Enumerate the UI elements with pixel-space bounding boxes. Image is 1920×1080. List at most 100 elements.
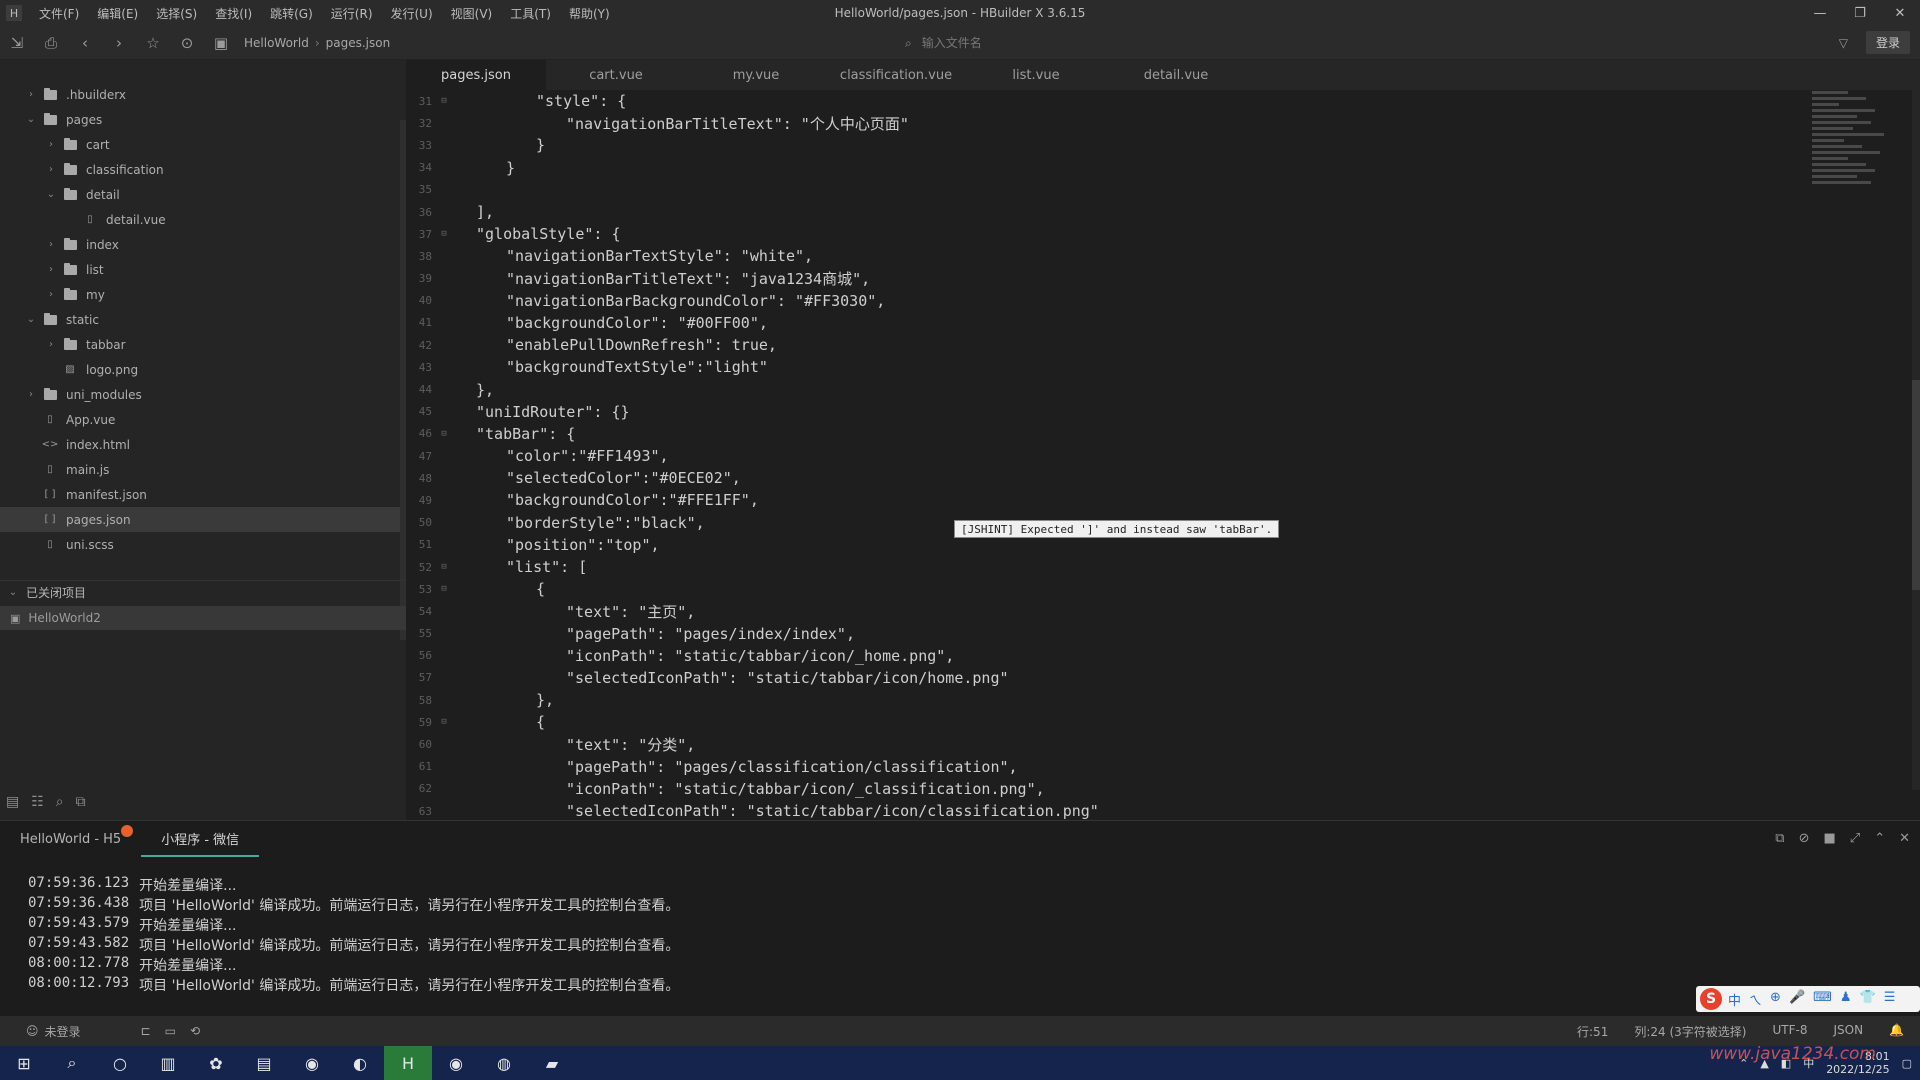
ime-button[interactable]: 👕 — [1860, 990, 1876, 1009]
menu-item[interactable]: 选择(S) — [147, 5, 206, 22]
tree-item[interactable]: › .hbuilderx — [0, 82, 400, 107]
menu-item[interactable]: 编辑(E) — [88, 5, 147, 22]
tree-item[interactable]: › index — [0, 232, 400, 257]
restore-button[interactable]: ❐ — [1840, 0, 1880, 26]
editor-tab[interactable]: pages.json — [406, 60, 546, 90]
tree-item[interactable]: [ ] manifest.json — [0, 482, 400, 507]
save-icon[interactable]: ⎙ — [34, 34, 68, 52]
cursor-line[interactable]: 行:51 — [1577, 1023, 1608, 1040]
chevron-right-icon[interactable]: › — [44, 289, 58, 300]
tree-item[interactable]: ▯ detail.vue — [0, 207, 400, 232]
menu-item[interactable]: 视图(V) — [442, 5, 502, 22]
maximize-icon[interactable]: ⤢ — [1850, 831, 1860, 846]
chevron-right-icon[interactable]: › — [44, 139, 58, 150]
chevron-right-icon[interactable]: › — [44, 164, 58, 175]
copy-icon[interactable]: ⧉ — [1775, 831, 1784, 846]
breadcrumb-file[interactable]: pages.json — [326, 36, 391, 50]
edge-icon[interactable]: ◐ — [336, 1046, 384, 1080]
tree-item[interactable]: › uni_modules — [0, 382, 400, 407]
tree-item[interactable]: ▯ main.js — [0, 457, 400, 482]
tree-item[interactable]: ▨ logo.png — [0, 357, 400, 382]
bell-icon[interactable]: 🔔 — [1889, 1023, 1904, 1040]
menu-item[interactable]: 运行(R) — [322, 5, 382, 22]
menu-item[interactable]: 查找(I) — [206, 5, 261, 22]
chevron-right-icon[interactable]: › — [44, 339, 58, 350]
fold-icon[interactable]: ⊟ — [436, 229, 452, 239]
notification-icon[interactable]: ▢ — [1902, 1057, 1912, 1070]
tree-item[interactable]: ▯ uni.scss — [0, 532, 400, 557]
tree-item[interactable]: › my — [0, 282, 400, 307]
chevron-right-icon[interactable]: › — [44, 264, 58, 275]
chevron-down-icon[interactable]: ⌄ — [24, 114, 38, 125]
editor-tab[interactable]: detail.vue — [1106, 60, 1246, 90]
explorer-icon[interactable]: ▤ — [6, 794, 19, 810]
file-search-input[interactable] — [919, 35, 1200, 51]
clear-icon[interactable]: ⊘ — [1799, 831, 1810, 846]
encoding[interactable]: UTF-8 — [1772, 1023, 1807, 1040]
plugin-icon[interactable]: ⧉ — [76, 794, 86, 810]
editor-scrollbar[interactable] — [1912, 90, 1920, 790]
ime-button[interactable]: ㄟ — [1749, 990, 1762, 1009]
scrollbar-thumb[interactable] — [1912, 380, 1920, 590]
list-icon[interactable]: ☷ — [31, 794, 44, 810]
login-status[interactable]: 未登录 — [45, 1023, 81, 1040]
ime-toolbar[interactable]: S 中ㄟ ⊕ 🎤 ⌨ ♟ 👕 ☰ — [1696, 986, 1920, 1012]
tree-item[interactable]: ⌄ pages — [0, 107, 400, 132]
minimap[interactable] — [1812, 88, 1902, 328]
editor-tab[interactable]: my.vue — [686, 60, 826, 90]
chevron-down-icon[interactable]: ⌄ — [44, 189, 58, 200]
code-editor[interactable]: 31 ⊟ "style": {32 "navigationBarTitleText":… — [406, 90, 1806, 820]
menu-item[interactable]: 工具(T) — [501, 5, 560, 22]
editor-tab[interactable]: classification.vue — [826, 60, 966, 90]
closed-projects-header[interactable]: ⌄ 已关闭项目 — [0, 580, 406, 604]
ime-button[interactable]: 🎤 — [1789, 990, 1805, 1009]
fold-icon[interactable]: ⊟ — [436, 584, 452, 594]
menu-item[interactable]: 发行(U) — [382, 5, 442, 22]
file-explorer-icon[interactable]: ▰ — [528, 1046, 576, 1080]
tree-item[interactable]: › classification — [0, 157, 400, 182]
minimize-button[interactable]: — — [1800, 0, 1840, 26]
chevron-right-icon[interactable]: › — [44, 239, 58, 250]
ime-button[interactable]: ⌨ — [1813, 990, 1832, 1009]
forward-icon[interactable]: › — [102, 34, 136, 52]
filter-icon[interactable]: ▽ — [1839, 36, 1848, 50]
fold-icon[interactable]: ⊟ — [436, 96, 452, 106]
fold-icon[interactable]: ⊟ — [436, 429, 452, 439]
close-button[interactable]: ✕ — [1880, 0, 1920, 26]
tree-item[interactable]: ⌄ static — [0, 307, 400, 332]
fold-icon[interactable]: ⊟ — [436, 562, 452, 572]
menu-item[interactable]: 文件(F) — [30, 5, 88, 22]
ime-button[interactable]: 中 — [1728, 990, 1741, 1009]
ime-button[interactable]: ☰ — [1884, 990, 1896, 1009]
editor-tab[interactable]: cart.vue — [546, 60, 686, 90]
search-icon[interactable]: ⌕ — [56, 794, 64, 810]
editor-tab[interactable]: list.vue — [966, 60, 1106, 90]
chevron-right-icon[interactable]: › — [24, 389, 38, 400]
menu-item[interactable]: 跳转(G) — [261, 5, 322, 22]
tree-item[interactable]: ⌄ detail — [0, 182, 400, 207]
search-icon[interactable]: ⌕ — [48, 1046, 96, 1080]
new-file-icon[interactable]: ⇲ — [0, 34, 34, 52]
console-tab-h5[interactable]: HelloWorld - H5 — [0, 821, 141, 857]
chrome-icon[interactable]: ◉ — [432, 1046, 480, 1080]
tree-item[interactable]: › tabbar — [0, 332, 400, 357]
collapse-icon[interactable]: ⌃ — [1874, 831, 1885, 846]
language-mode[interactable]: JSON — [1833, 1023, 1863, 1040]
fold-icon[interactable]: ⊟ — [436, 717, 452, 727]
tree-item[interactable]: <> index.html — [0, 432, 400, 457]
panel-icon[interactable]: ▭ — [165, 1024, 176, 1038]
breadcrumb-project[interactable]: HelloWorld — [244, 36, 309, 50]
cortana-icon[interactable]: ○ — [96, 1046, 144, 1080]
login-button[interactable]: 登录 — [1865, 31, 1910, 54]
tree-item[interactable]: › cart — [0, 132, 400, 157]
stop-icon[interactable]: ■ — [1823, 831, 1835, 846]
task-view-icon[interactable]: ▥ — [144, 1046, 192, 1080]
chevron-down-icon[interactable]: ⌄ — [24, 314, 38, 325]
back-icon[interactable]: ‹ — [68, 34, 102, 52]
cursor-column[interactable]: 列:24 (3字符被选择) — [1634, 1023, 1746, 1040]
closed-project-item[interactable]: ▣ HelloWorld2 — [0, 606, 406, 630]
notepad-icon[interactable]: ▤ — [240, 1046, 288, 1080]
sync-icon[interactable]: ⟲ — [190, 1024, 200, 1038]
close-panel-icon[interactable]: ✕ — [1899, 831, 1910, 846]
hbuilder-icon[interactable]: H — [384, 1046, 432, 1080]
